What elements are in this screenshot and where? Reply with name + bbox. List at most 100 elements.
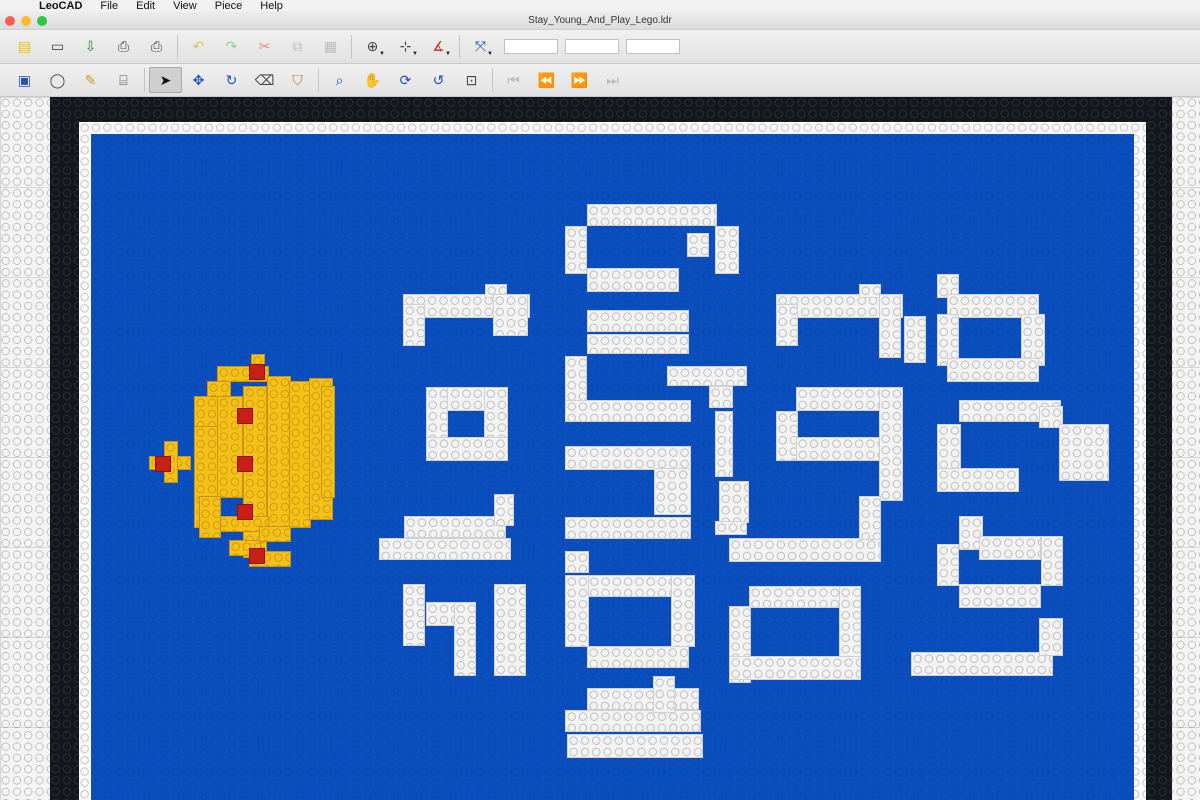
camera-button[interactable]: ⌸ xyxy=(107,67,140,93)
white-brick xyxy=(904,316,926,363)
dropdown-caret-icon: ▼ xyxy=(487,50,493,57)
yellow-brick xyxy=(259,526,291,542)
white-brick xyxy=(911,652,1053,676)
last-step-icon: ⏭ xyxy=(606,71,619,88)
white-brick xyxy=(947,358,1039,382)
previous-step-button[interactable]: ⏪ xyxy=(530,67,563,93)
red-brick xyxy=(249,364,265,380)
insert-piece-icon: ▣ xyxy=(17,71,32,88)
transform-y-field[interactable] xyxy=(565,39,619,54)
minimize-window-button[interactable] xyxy=(21,16,31,26)
white-brick xyxy=(729,656,861,680)
select-button[interactable]: ➤ xyxy=(149,67,182,93)
last-step-button[interactable]: ⏭ xyxy=(596,67,629,93)
undo-icon: ↶ xyxy=(192,38,205,54)
paint-icon: ⛉ xyxy=(292,71,303,88)
undo-button[interactable]: ↶ xyxy=(182,34,215,60)
rotate-icon: ↻ xyxy=(225,71,238,88)
white-brick xyxy=(859,496,881,540)
light-button[interactable]: ◯ xyxy=(41,67,74,93)
print-button[interactable]: ⎙ xyxy=(107,34,140,60)
paste-button[interactable]: ▦ xyxy=(314,34,347,60)
snap-xy-button[interactable]: ⊕ ▼ xyxy=(356,34,389,60)
pan-icon: ✋ xyxy=(363,71,382,88)
white-brick xyxy=(565,446,691,470)
white-brick xyxy=(1059,424,1109,481)
white-brick xyxy=(426,437,508,461)
red-brick xyxy=(249,548,265,564)
dropdown-caret-icon: ▼ xyxy=(445,50,451,57)
zoom-window-button[interactable] xyxy=(37,16,47,26)
print-preview-button[interactable]: ⎙ xyxy=(140,34,173,60)
white-brick xyxy=(839,586,861,663)
white-brick xyxy=(667,366,747,386)
move-button[interactable]: ✥ xyxy=(182,67,215,93)
new-button[interactable]: ▤ xyxy=(8,34,41,60)
white-brick xyxy=(494,584,526,676)
white-brick xyxy=(587,646,689,668)
transform-x-field[interactable] xyxy=(504,39,558,54)
paste-icon: ▦ xyxy=(323,38,338,54)
open-button[interactable]: ▭ xyxy=(41,34,74,60)
menu-view[interactable]: View xyxy=(164,0,206,12)
window-titlebar: Stay_Young_And_Play_Lego.ldr xyxy=(0,12,1200,30)
save-icon: ⇩ xyxy=(84,38,97,54)
spotlight-button[interactable]: ✎ xyxy=(74,67,107,93)
model-viewport[interactable] xyxy=(0,97,1200,800)
toolbar-separator xyxy=(459,34,460,59)
roll-button[interactable]: ↺ xyxy=(422,67,455,93)
white-brick xyxy=(709,386,733,408)
menu-piece[interactable]: Piece xyxy=(206,0,252,12)
transform-z-field[interactable] xyxy=(626,39,680,54)
snap-z-icon: ⊹ xyxy=(399,38,412,54)
zoom-button[interactable]: ⌕ xyxy=(323,67,356,93)
red-brick xyxy=(155,456,171,472)
white-brick xyxy=(1039,618,1063,656)
menu-file[interactable]: File xyxy=(91,0,127,12)
menu-help[interactable]: Help xyxy=(251,0,292,12)
rotate-button[interactable]: ↻ xyxy=(215,67,248,93)
white-brick xyxy=(937,424,961,471)
next-step-button[interactable]: ⏩ xyxy=(563,67,596,93)
menu-app-name[interactable]: LeoCAD xyxy=(30,0,91,12)
snap-z-button[interactable]: ⊹ ▼ xyxy=(389,34,422,60)
white-brick xyxy=(587,268,679,292)
copy-button[interactable]: ⧉ xyxy=(281,34,314,60)
white-brick xyxy=(567,734,703,758)
white-brick xyxy=(671,575,695,647)
cut-button[interactable]: ✂ xyxy=(248,34,281,60)
snap-angle-button[interactable]: ∡ ▼ xyxy=(422,34,455,60)
pan-button[interactable]: ✋ xyxy=(356,67,389,93)
window-controls xyxy=(5,16,47,26)
spotlight-icon: ✎ xyxy=(84,71,97,88)
redo-button[interactable]: ↷ xyxy=(215,34,248,60)
white-brick xyxy=(776,304,798,346)
white-brick xyxy=(587,334,689,354)
yellow-brick xyxy=(267,376,291,528)
menubar: LeoCAD File Edit View Piece Help xyxy=(0,0,1200,12)
white-brick xyxy=(729,538,881,562)
white-brick xyxy=(796,387,880,411)
close-window-button[interactable] xyxy=(5,16,15,26)
red-brick xyxy=(237,504,253,520)
main-toolbar: ▤ ▭ ⇩ ⎙ ⎙ ↶ ↷ ✂ ⧉ ▦ ⊕ ▼ ⊹ ▼ ∡ ▼ ⤧ ▼ xyxy=(0,30,1200,64)
rotate-view-button[interactable]: ⟳ xyxy=(389,67,422,93)
white-brick xyxy=(565,551,589,573)
menu-edit[interactable]: Edit xyxy=(127,0,164,12)
white-brick xyxy=(565,400,691,422)
white-brick xyxy=(719,481,749,523)
eraser-button[interactable]: ⌫ xyxy=(248,67,281,93)
white-brick xyxy=(1021,314,1045,366)
white-brick xyxy=(493,294,528,336)
window-title: Stay_Young_And_Play_Lego.ldr xyxy=(528,15,672,26)
dropdown-caret-icon: ▼ xyxy=(412,50,418,57)
save-button[interactable]: ⇩ xyxy=(74,34,107,60)
open-icon: ▭ xyxy=(50,38,65,54)
zoom-region-icon: ⊡ xyxy=(465,71,478,88)
paint-button[interactable]: ⛉ xyxy=(281,67,314,93)
transform-button[interactable]: ⤧ ▼ xyxy=(464,34,497,60)
zoom-region-button[interactable]: ⊡ xyxy=(455,67,488,93)
first-step-button[interactable]: ⏮ xyxy=(497,67,530,93)
insert-piece-button[interactable]: ▣ xyxy=(8,67,41,93)
snap-xy-icon: ⊕ xyxy=(366,38,379,54)
